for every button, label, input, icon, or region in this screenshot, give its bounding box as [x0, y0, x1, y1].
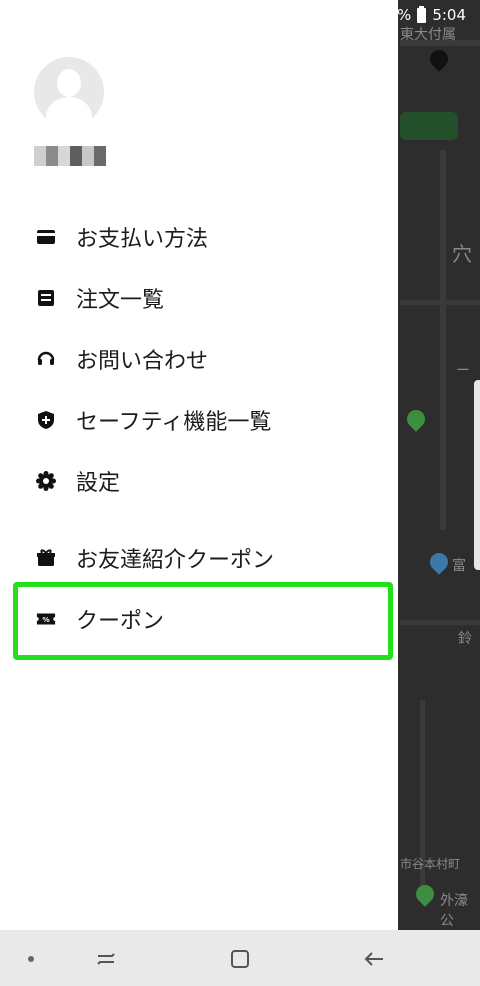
- menu-item-label: お問い合わせ: [76, 348, 209, 374]
- receipt-icon: [36, 288, 56, 308]
- menu-item-settings[interactable]: 設定: [0, 450, 398, 511]
- map-pin-icon: [403, 406, 429, 432]
- map-label: 市谷本村町: [400, 857, 461, 871]
- menu-item-label: お友達紹介クーポン: [76, 547, 275, 573]
- gift-icon: [36, 548, 56, 568]
- map-pin-icon: [426, 549, 452, 575]
- map-label: 鈴: [458, 631, 472, 647]
- username-censored: [34, 146, 108, 166]
- battery-icon: [417, 5, 427, 23]
- menu-item-payment[interactable]: お支払い方法: [0, 206, 398, 267]
- panel-edge-handle[interactable]: [474, 380, 480, 570]
- map-label: ー: [456, 363, 470, 379]
- menu-item-contact[interactable]: お問い合わせ: [0, 328, 398, 389]
- navigation-drawer: お支払い方法 注文一覧 お問い合わせ セーフティ機能一覧 設定 お友達紹介クーポ…: [0, 0, 398, 930]
- gear-icon: [36, 470, 56, 491]
- system-navigation-bar: [0, 930, 480, 986]
- menu-item-label: お支払い方法: [76, 226, 209, 252]
- person-icon: [57, 69, 81, 97]
- menu-item-label: 設定: [76, 470, 121, 496]
- map-pin-icon: [426, 46, 452, 72]
- wallet-icon: [36, 227, 56, 247]
- menu-item-label: 注文一覧: [76, 287, 165, 313]
- map-pin-icon: [412, 881, 438, 907]
- coupon-highlight-box: [13, 582, 393, 660]
- map-station-badge: [400, 112, 458, 140]
- menu-item-referral-coupon[interactable]: お友達紹介クーポン: [0, 527, 398, 588]
- avatar[interactable]: [34, 57, 104, 127]
- map-label: 外濠公: [440, 893, 468, 929]
- menu-item-safety[interactable]: セーフティ機能一覧: [0, 389, 398, 450]
- recent-apps-icon[interactable]: [93, 946, 119, 972]
- menu-item-orders[interactable]: 注文一覧: [0, 267, 398, 328]
- menu-item-label: セーフティ機能一覧: [76, 409, 272, 435]
- home-icon[interactable]: [227, 946, 253, 972]
- map-label: 富: [452, 558, 466, 574]
- status-time: 5:04: [432, 6, 466, 24]
- shield-icon: [36, 410, 56, 430]
- map-label: 穴: [452, 242, 472, 266]
- status-bar: % 5:04: [397, 0, 480, 30]
- battery-percent-label: %: [397, 6, 412, 24]
- back-icon[interactable]: [361, 946, 387, 972]
- headset-icon: [36, 349, 56, 369]
- nav-dot-indicator: [28, 956, 34, 962]
